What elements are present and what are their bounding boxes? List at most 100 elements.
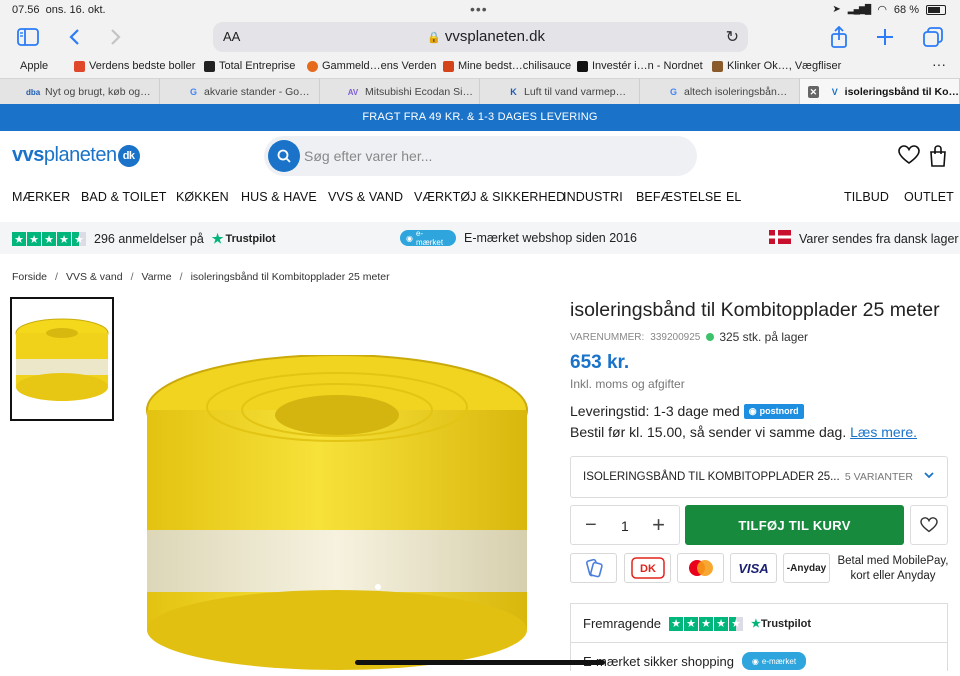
vat-note: Inkl. moms og afgifter [570, 377, 685, 391]
more-favorites-icon[interactable]: ··· [932, 56, 946, 72]
favorite-apple[interactable]: Apple [16, 60, 48, 72]
bag-icon[interactable] [929, 145, 953, 169]
product-title: isoleringsbånd til Kombitopplader 25 met… [570, 299, 940, 321]
in-stock-dot-icon [706, 333, 715, 341]
nav-bad-toilet[interactable]: BAD & TOILET [81, 190, 167, 204]
home-indicator[interactable] [355, 660, 605, 665]
new-tab-icon[interactable] [872, 24, 898, 50]
trustpilot-rating[interactable]: Fremragende ★ ★ ★ ★ ★ ★Trustpilot [583, 616, 811, 631]
wifi-icon: ◠ [877, 4, 887, 16]
favorite-item[interactable]: Gammeld…ens Verden [307, 60, 436, 72]
quantity-stepper: − 1 + [570, 505, 680, 545]
multitask-dots-icon[interactable]: ••• [470, 1, 488, 17]
nav-koekken[interactable]: KØKKEN [176, 190, 229, 204]
heart-icon[interactable] [898, 145, 922, 169]
payment-text: Betal med MobilePay, kort eller Anyday [837, 555, 949, 582]
favorite-item[interactable]: Verdens bedste boller [74, 60, 195, 72]
dba-favicon: dba [26, 87, 41, 97]
close-tab-icon[interactable]: ✕ [808, 86, 819, 98]
vvs-favicon: V [831, 86, 838, 97]
google-icon: G [669, 86, 677, 97]
add-to-cart-button[interactable]: TILFØJ TIL KURV [685, 505, 904, 545]
nav-industri[interactable]: INDUSTRI [563, 190, 623, 204]
mastercard-icon [677, 553, 724, 583]
battery-icon [926, 4, 946, 15]
read-more-link[interactable]: Læs mere. [850, 424, 917, 440]
tab-mitsubishi[interactable]: AV Mitsubishi Ecodan Si… [320, 79, 480, 105]
emaerket-secure[interactable]: E-mærket sikker shopping ◉ e-mærket [583, 652, 806, 670]
heart-icon [920, 517, 938, 533]
sidebar-icon[interactable] [15, 24, 41, 50]
nav-el[interactable]: EL [726, 190, 742, 204]
tab-vvsplaneten[interactable]: ✕ Visoleringsbånd til Ko… [800, 79, 960, 105]
trustpilot-stars: ★ ★ ★ ★ ★ [12, 232, 86, 246]
location-icon: ➤ [832, 4, 841, 15]
nav-hus-have[interactable]: HUS & HAVE [241, 190, 317, 204]
increase-quantity-button[interactable]: + [652, 512, 665, 538]
favorite-item[interactable]: Total Entreprise [204, 60, 295, 72]
main-nav: MÆRKER BAD & TOILET KØKKEN HUS & HAVE VV… [0, 186, 960, 210]
favorite-item[interactable]: Investér i…n - Nordnet [577, 60, 703, 72]
nav-vaerktoej-sikkerhed[interactable]: VÆRKTØJ & SIKKERHED [414, 190, 565, 204]
tabs-overview-icon[interactable] [920, 24, 946, 50]
favorites-bar: Apple Verdens bedste boller Total Entrep… [0, 54, 960, 78]
tab-google-altech[interactable]: Galtech isoleringsbån… [640, 79, 800, 105]
status-icons: ➤ ▂▄▆█ ◠ 68 % [832, 3, 946, 16]
decrease-quantity-button[interactable]: − [585, 514, 597, 537]
breadcrumb: Forside / VVS & vand / Varme / isoleringsbå… [12, 271, 390, 283]
nav-befaestelse[interactable]: BEFÆSTELSE [636, 190, 722, 204]
k-favicon: K [510, 86, 517, 97]
trust-box: Fremragende ★ ★ ★ ★ ★ ★Trustpilot E-mærket s… [570, 603, 948, 671]
favorite-item[interactable]: Klinker Ok…, Vægfliser [712, 60, 841, 72]
trustpilot-logo: ★Trustpilot [211, 231, 276, 246]
tab-luft-til-vand[interactable]: K Luft til vand varmep… [480, 79, 640, 105]
favorite-item[interactable]: Mine bedst…chilisauce [443, 60, 571, 72]
site-logo[interactable]: vvs planeten dk [12, 144, 140, 167]
nav-vvs-vand[interactable]: VVS & VAND [328, 190, 403, 204]
forward-icon[interactable] [103, 24, 129, 50]
delivery-info: Leveringstid: 1-3 dage med ◉ postnord [570, 403, 804, 419]
status-bar: 07.56 ons. 16. okt. ••• ➤ ▂▄▆█ ◠ 68 % [0, 0, 960, 20]
trustpilot-logo: ★Trustpilot [751, 618, 812, 630]
search-input[interactable] [304, 144, 674, 168]
nav-maerker[interactable]: MÆRKER [12, 190, 70, 204]
emaerket-info[interactable]: ◉ e-mærket E-mærket webshop siden 2016 [400, 229, 637, 247]
stock-status: 325 stk. på lager [706, 330, 808, 344]
battery-percent: 68 % [893, 3, 919, 16]
product-image[interactable] [130, 354, 550, 671]
product-price: 653 kr. [570, 352, 630, 373]
variant-select[interactable]: ISOLERINGSBÅND TIL KOMBITOPPLADER 25... … [570, 456, 948, 498]
visa-icon: VISA [730, 553, 777, 583]
tab-google-akvarie[interactable]: Gakvarie stander - Go… [160, 79, 320, 105]
search-icon[interactable] [268, 140, 300, 172]
breadcrumb-link[interactable]: VVS & vand [66, 271, 123, 283]
lock-icon: 🔒 [427, 32, 441, 44]
dankort-icon: DK [624, 553, 671, 583]
search-bar[interactable] [264, 136, 697, 176]
shipping-info: Varer sendes fra dansk lager [769, 230, 959, 247]
product-sku: 339200925 [650, 331, 701, 343]
chevron-down-icon [923, 469, 935, 484]
wishlist-button[interactable] [910, 505, 948, 545]
svg-text:DK: DK [640, 563, 656, 575]
address-bar[interactable]: AA 🔒 vvsplaneten.dk ↻ [213, 22, 748, 52]
product-thumbnail[interactable] [10, 297, 114, 421]
bookmark-favicon [74, 60, 85, 72]
postnord-logo: ◉ postnord [743, 403, 804, 419]
text-size-button[interactable]: AA [223, 29, 240, 44]
share-icon[interactable] [826, 24, 852, 50]
url-text[interactable]: 🔒 vvsplaneten.dk [427, 28, 545, 45]
quantity-value[interactable]: 1 [621, 518, 629, 534]
back-icon[interactable] [61, 24, 87, 50]
breadcrumb-link[interactable]: Forside [12, 271, 47, 283]
reload-icon[interactable]: ↻ [726, 27, 739, 47]
trustpilot-stars: ★ ★ ★ ★ ★ [669, 616, 744, 631]
nav-outlet[interactable]: OUTLET [904, 190, 954, 204]
trustpilot-summary[interactable]: ★ ★ ★ ★ ★ 296 anmeldelser på ★ Trustpilot [12, 231, 276, 247]
breadcrumb-link[interactable]: Varme [141, 271, 171, 283]
nav-tilbud[interactable]: TILBUD [844, 190, 889, 204]
shipping-banner[interactable]: FRAGT FRA 49 KR. & 1-3 DAGES LEVERING [0, 104, 960, 131]
av-favicon: AV [347, 87, 359, 97]
tab-dba[interactable]: dba Nyt og brugt, køb og… [0, 79, 160, 105]
trust-bar: ★ ★ ★ ★ ★ 296 anmeldelser på ★ Trustpilot ◉ e… [0, 222, 960, 254]
